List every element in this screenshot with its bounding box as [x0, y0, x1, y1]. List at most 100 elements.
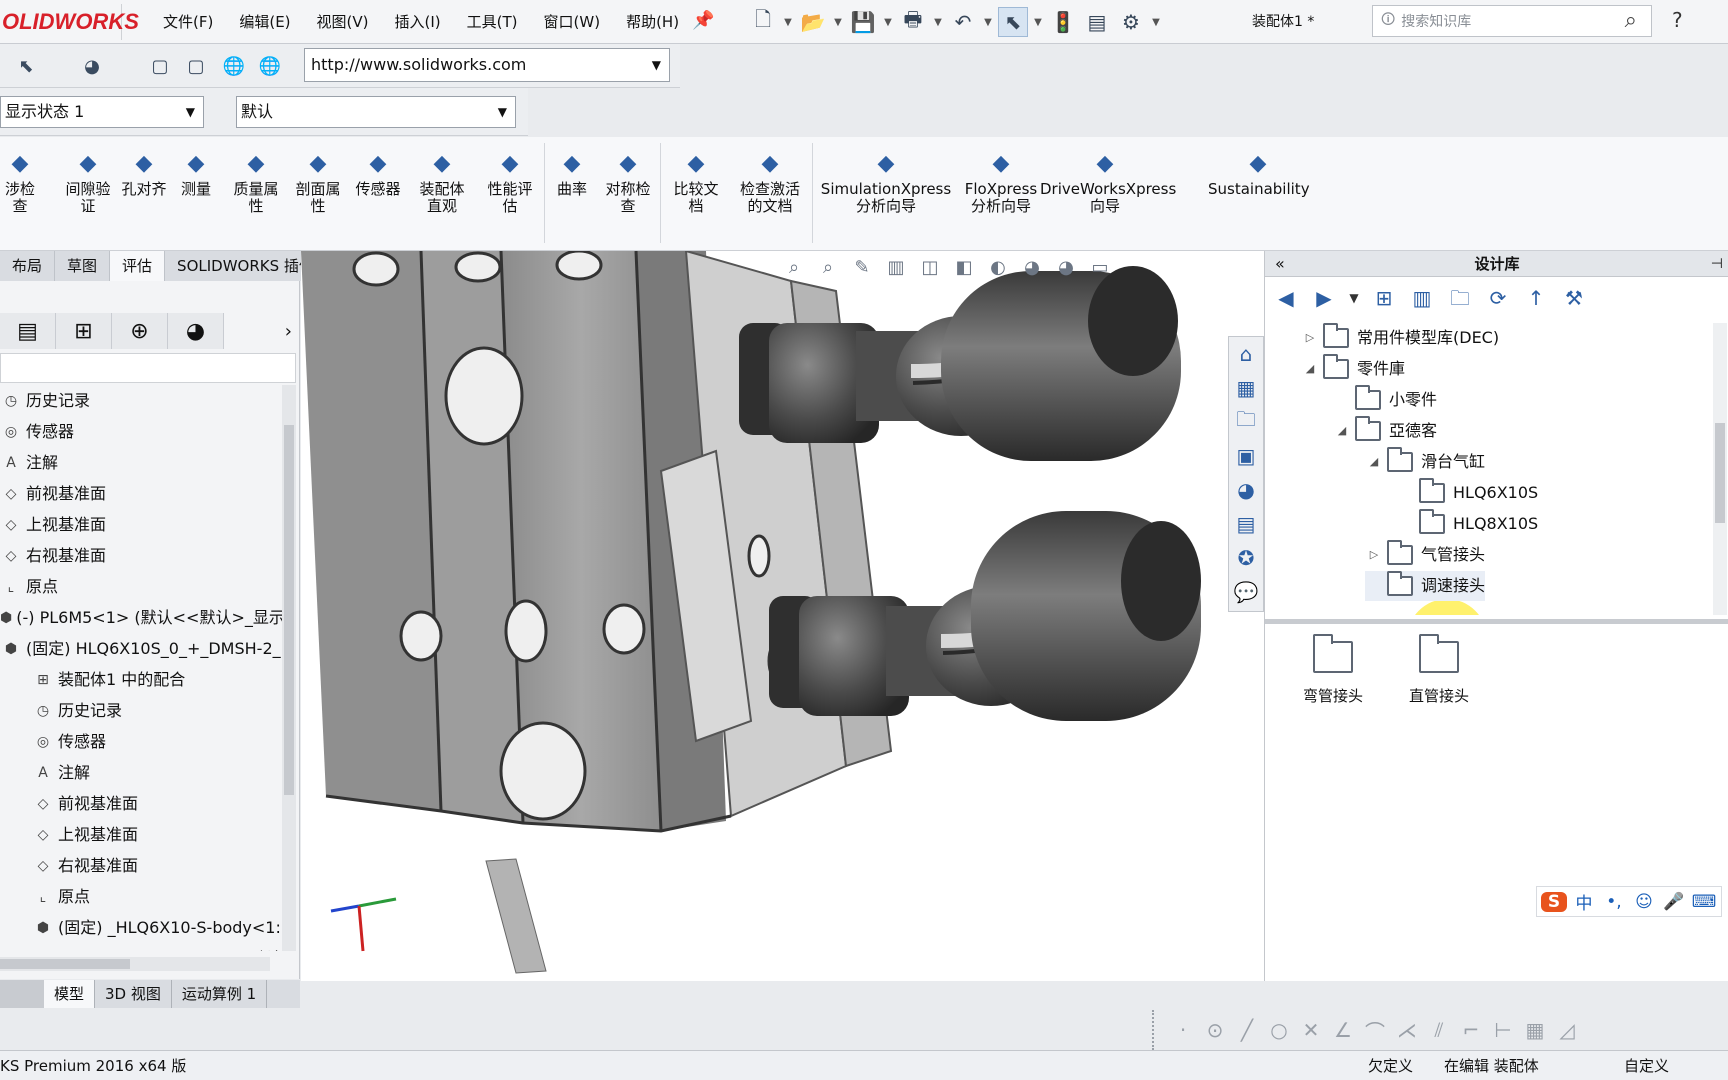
library-item[interactable]: 直管接头 — [1391, 634, 1487, 706]
sogou-logo[interactable]: S — [1541, 891, 1567, 912]
options-gear-icon[interactable]: ⚙ — [1116, 7, 1146, 37]
bottom-tab-1[interactable]: 3D 视图 — [95, 980, 172, 1008]
ribbon-button-driveworksxpress[interactable]: ◆ DriveWorksXpress 向导 — [1040, 151, 1176, 215]
library-folder-node[interactable]: ◢ 亞德客 — [1333, 416, 1437, 446]
status-custom-units[interactable]: 自定义 — [1624, 1051, 1669, 1080]
search-knowledge-base[interactable]: 🛈 搜索知识库 ⌕ — [1372, 5, 1652, 37]
file-explorer-tab-icon[interactable]: 🗀 — [1229, 405, 1263, 439]
menu-tools[interactable]: 工具(T) — [454, 0, 531, 44]
undo-dropdown-icon[interactable]: ▼ — [982, 17, 994, 28]
sketch-line-icon[interactable]: ╱ — [1236, 1018, 1258, 1042]
ribbon-button-clearance[interactable]: ◆ 间隙验 证 — [60, 151, 116, 215]
tab-nav-arrows[interactable] — [0, 980, 44, 1008]
ime-punctuation-icon[interactable]: •, — [1601, 892, 1627, 912]
display-manager-tab-icon[interactable]: ◕ — [168, 313, 224, 349]
library-folder-node[interactable]: 调速接头 — [1365, 571, 1486, 601]
feature-tree-hscrollbar[interactable] — [0, 957, 270, 971]
web-back-icon[interactable]: ▢ — [144, 50, 176, 82]
library-scrollbar[interactable] — [1713, 323, 1727, 615]
help-icon[interactable]: ? — [1672, 8, 1683, 32]
appearance-ball-icon[interactable]: ◕ — [76, 50, 108, 82]
sketch-hatch-icon[interactable]: ⫽ — [1428, 1018, 1450, 1042]
library-folder-node[interactable]: ▷ 气管接头 — [1365, 540, 1485, 570]
pin-panel-icon[interactable]: ⊣ — [1711, 251, 1723, 277]
library-scrollbar-thumb[interactable] — [1715, 423, 1725, 523]
sketch-point-icon[interactable]: · — [1172, 1018, 1194, 1042]
ime-emoji-icon[interactable]: ☺ — [1631, 892, 1657, 912]
sketch-slope-icon[interactable]: ◿ — [1556, 1018, 1578, 1042]
feature-tree-node[interactable]: ◇ 上视基准面 — [0, 509, 282, 540]
custom-properties-tab-icon[interactable]: ▤ — [1229, 507, 1263, 541]
scrollbar-thumb[interactable] — [284, 425, 294, 795]
ribbon-button-assembly-visualization[interactable]: ◆ 装配体 直观 — [412, 151, 472, 215]
save-icon[interactable]: 💾 — [848, 7, 878, 37]
ribbon-button-floxpress[interactable]: ◆ FloXpress 分析向导 — [960, 151, 1042, 215]
library-folder-node[interactable]: HLQ6X10S — [1397, 478, 1538, 508]
rebuild-traffic-light-icon[interactable]: 🚦 — [1048, 7, 1078, 37]
community-chat-icon[interactable]: 💬 — [1229, 575, 1263, 609]
ribbon-button-hole-align[interactable]: ◆ 孔对齐 — [116, 151, 172, 198]
sketch-corner-icon[interactable]: ⌐ — [1460, 1018, 1482, 1042]
ribbon-button-interference[interactable]: ◆ 涉检 查 — [0, 151, 40, 215]
zoom-to-fit-icon[interactable]: ⌕ — [781, 255, 807, 281]
previous-view-icon[interactable]: ✎ — [849, 255, 875, 281]
ribbon-button-sustainability[interactable]: ◆ Sustainability — [1208, 151, 1310, 198]
toolbox-icon[interactable]: ⚒ — [1559, 283, 1589, 313]
print-icon[interactable]: 🖶 — [898, 7, 928, 37]
menu-window[interactable]: 窗口(W) — [531, 0, 614, 44]
view-triad[interactable] — [330, 897, 397, 952]
section-view-icon[interactable]: ▥ — [883, 255, 909, 281]
apply-scene-icon[interactable]: ◕ — [1053, 255, 1079, 281]
hscrollbar-thumb[interactable] — [0, 959, 130, 969]
ribbon-button-compare[interactable]: ◆ 比较文 档 — [668, 151, 724, 215]
open-dropdown-icon[interactable]: ▼ — [832, 17, 844, 28]
view-orientation-icon[interactable]: ◫ — [917, 255, 943, 281]
feature-tree-node[interactable]: ⊞ 装配体1 中的配合 — [0, 664, 282, 695]
menu-insert[interactable]: 插入(I) — [382, 0, 454, 44]
search-icon[interactable]: ⌕ — [1625, 8, 1637, 33]
refresh-icon[interactable]: ⟳ — [1483, 283, 1513, 313]
feature-tree-node[interactable]: ◇ 前视基准面 — [0, 788, 282, 819]
feature-tree-node[interactable]: ◷ 历史记录 — [0, 385, 282, 416]
web-forward-icon[interactable]: ▢ — [180, 50, 212, 82]
url-field[interactable]: http://www.solidworks.com ▼ — [304, 48, 670, 82]
menu-view[interactable]: 视图(V) — [304, 0, 382, 44]
assembly-model-view[interactable] — [301, 251, 1264, 981]
url-dropdown-icon[interactable]: ▼ — [652, 49, 661, 81]
sketch-grid-icon[interactable]: ▦ — [1524, 1018, 1546, 1042]
options-dropdown-icon[interactable]: ▼ — [1150, 17, 1162, 28]
property-manager-tab-icon[interactable]: ⊞ — [56, 313, 112, 349]
library-folder-node[interactable]: HLQ8X10S — [1397, 509, 1538, 539]
view-settings-icon[interactable]: ▭ — [1087, 255, 1113, 281]
display-style-icon[interactable]: ◧ — [951, 255, 977, 281]
more-tabs-icon[interactable]: › — [285, 321, 292, 342]
feature-tree-node[interactable]: ⬢ (-) PL6M5<1> (默认<<默认>_显示 — [0, 602, 282, 633]
expand-toggle-icon[interactable]: ◢ — [1333, 416, 1351, 446]
history-dropdown-icon[interactable]: ▼ — [1347, 283, 1361, 313]
forward-icon[interactable]: ▶ — [1309, 283, 1339, 313]
library-item[interactable]: 弯管接头 — [1285, 634, 1381, 706]
web-globe-icon[interactable]: 🌐 — [218, 50, 250, 82]
command-tab-1[interactable]: 草图 — [55, 251, 111, 281]
ime-keyboard-icon[interactable]: ⌨ — [1691, 892, 1717, 912]
expand-toggle-icon[interactable]: ◢ — [1301, 354, 1319, 384]
feature-tree-node[interactable]: A 注解 — [0, 757, 282, 788]
ribbon-button-performance[interactable]: ◆ 性能评 估 — [482, 151, 538, 215]
feature-tree-node[interactable]: ⬢ (固定) HLQ6X10S_0_+_DMSH-2_ — [0, 633, 282, 664]
command-tab-0[interactable]: 布局 — [0, 251, 56, 281]
open-icon[interactable]: 📂 — [798, 7, 828, 37]
feature-tree-node[interactable]: ◇ 上视基准面 — [0, 819, 282, 850]
library-folder-node[interactable]: ▷ 常用件模型库(DEC) — [1301, 323, 1499, 353]
select-dropdown-icon[interactable]: ▼ — [1032, 17, 1044, 28]
sketch-offset-icon[interactable]: ⋌ — [1396, 1018, 1418, 1042]
ribbon-button-check-document[interactable]: ◆ 检查激活 的文档 — [732, 151, 808, 215]
menu-file[interactable]: 文件(F) — [150, 0, 226, 44]
feature-tree-node[interactable]: ⬢ (固定) _HLQ6X10-S-body<1: — [0, 912, 282, 943]
feature-tree-node[interactable]: ⌞ 原点 — [0, 881, 282, 912]
graphics-area[interactable]: ⌕ ⌕ ✎ ▥ ◫ ◧ ◐ ◕ ◕ ▭ — [301, 251, 1264, 981]
ribbon-button-mass-properties[interactable]: ◆ 质量属 性 — [226, 151, 286, 215]
feature-tree-node[interactable]: ◷ 历史记录 — [0, 695, 282, 726]
bottom-tab-2[interactable]: 运动算例 1 — [172, 980, 268, 1008]
view-palette-tab-icon[interactable]: ▣ — [1229, 439, 1263, 473]
feature-tree-tab-icon[interactable]: ▤ — [0, 313, 56, 349]
